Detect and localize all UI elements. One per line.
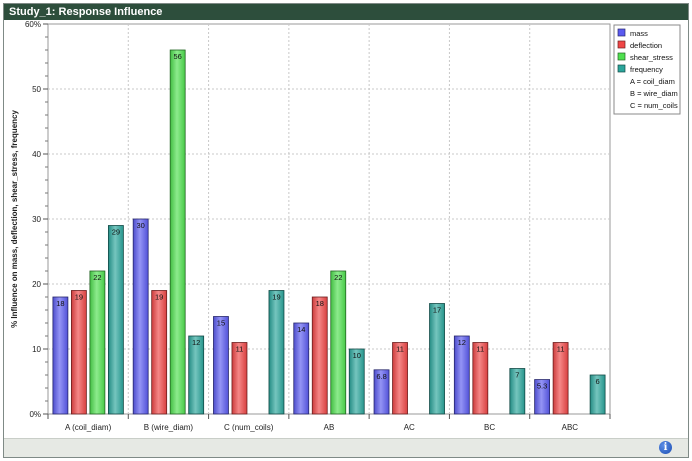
legend-label-deflection: deflection xyxy=(630,41,662,50)
bar-value-label: 19 xyxy=(272,293,280,302)
status-bar: i xyxy=(4,438,688,457)
legend-swatch-frequency xyxy=(617,64,626,73)
bar-shear_stress xyxy=(169,49,186,415)
legend-label-shear_stress: shear_stress xyxy=(630,53,673,62)
window-title: Study_1: Response Influence xyxy=(4,4,688,20)
y-tick-label: 20 xyxy=(32,280,41,289)
bar-frequency xyxy=(429,303,445,415)
bar-mass xyxy=(52,296,69,415)
info-icon[interactable]: i xyxy=(659,441,672,454)
chart-panel: 0% 10 20 30 40 50 60% 18 19 22 29 A (coil_diam) 30 19… xyxy=(4,20,688,438)
x-tick-label: BC xyxy=(484,423,495,432)
legend-note: B = wire_diam xyxy=(630,89,678,98)
legend-label-mass: mass xyxy=(630,29,648,38)
y-tick-label: 30 xyxy=(32,215,41,224)
bar-value-label: 6 xyxy=(596,377,600,386)
y-tick-label: 10 xyxy=(32,345,41,354)
bar-value-label: 30 xyxy=(137,221,145,230)
bar-shear_stress xyxy=(89,270,106,415)
bar-frequency xyxy=(268,290,285,415)
bar-value-label: 19 xyxy=(155,293,163,302)
bar-deflection xyxy=(151,290,168,415)
x-tick-label: AB xyxy=(324,423,335,432)
bar-frequency xyxy=(188,335,205,415)
bar-mass xyxy=(132,218,149,415)
bar-value-label: 29 xyxy=(112,228,120,237)
bar-value-label: 12 xyxy=(458,338,466,347)
legend-note: C = num_coils xyxy=(630,101,678,110)
bar-mass xyxy=(213,316,229,415)
bar-value-label: 22 xyxy=(334,273,342,282)
x-tick-label: ABC xyxy=(562,423,579,432)
bar-value-label: 10 xyxy=(353,351,361,360)
bar-value-label: 22 xyxy=(93,273,101,282)
legend-swatch-shear_stress xyxy=(617,52,626,61)
bar-value-label: 18 xyxy=(316,299,324,308)
bar-value-label: 18 xyxy=(56,299,64,308)
bar-deflection xyxy=(70,290,87,415)
bar-value-label: 6.8 xyxy=(376,372,386,381)
x-tick-label: B (wire_diam) xyxy=(144,423,194,432)
bar-value-label: 11 xyxy=(476,345,484,354)
bar-value-label: 7 xyxy=(515,371,519,380)
legend-swatch-deflection xyxy=(617,40,626,49)
bar-value-label: 19 xyxy=(75,293,83,302)
y-tick-label: 0% xyxy=(29,410,41,419)
bar-value-label: 12 xyxy=(192,338,200,347)
bar-deflection xyxy=(311,296,328,415)
bar-value-label: 14 xyxy=(297,325,305,334)
y-tick-label: 40 xyxy=(32,150,41,159)
bar-value-label: 5.3 xyxy=(537,382,547,391)
x-tick-label: A (coil_diam) xyxy=(65,423,112,432)
bar-mass xyxy=(453,335,470,415)
bar-shear_stress xyxy=(330,270,347,415)
x-tick-label: AC xyxy=(404,423,415,432)
legend-note: A = coil_diam xyxy=(630,77,675,86)
bar-value-label: 11 xyxy=(557,345,565,354)
y-tick-label: 50 xyxy=(32,85,41,94)
bar-mass xyxy=(293,322,310,415)
bar-value-label: 11 xyxy=(236,345,244,354)
x-tick-label: C (num_coils) xyxy=(224,423,274,432)
bar-value-label: 11 xyxy=(396,345,404,354)
bar-frequency xyxy=(107,225,124,415)
legend-swatch-mass xyxy=(617,28,626,37)
bar-value-label: 56 xyxy=(174,52,182,61)
legend-label-frequency: frequency xyxy=(630,65,663,74)
bar-chart: 0% 10 20 30 40 50 60% 18 19 22 29 A (coil_diam) 30 19… xyxy=(10,20,681,432)
bar-value-label: 17 xyxy=(433,306,441,315)
bar-value-label: 15 xyxy=(217,319,225,328)
y-tick-label: 60% xyxy=(25,20,41,29)
y-axis-label: % Influence on mass, deflection, shear_s… xyxy=(10,110,19,328)
